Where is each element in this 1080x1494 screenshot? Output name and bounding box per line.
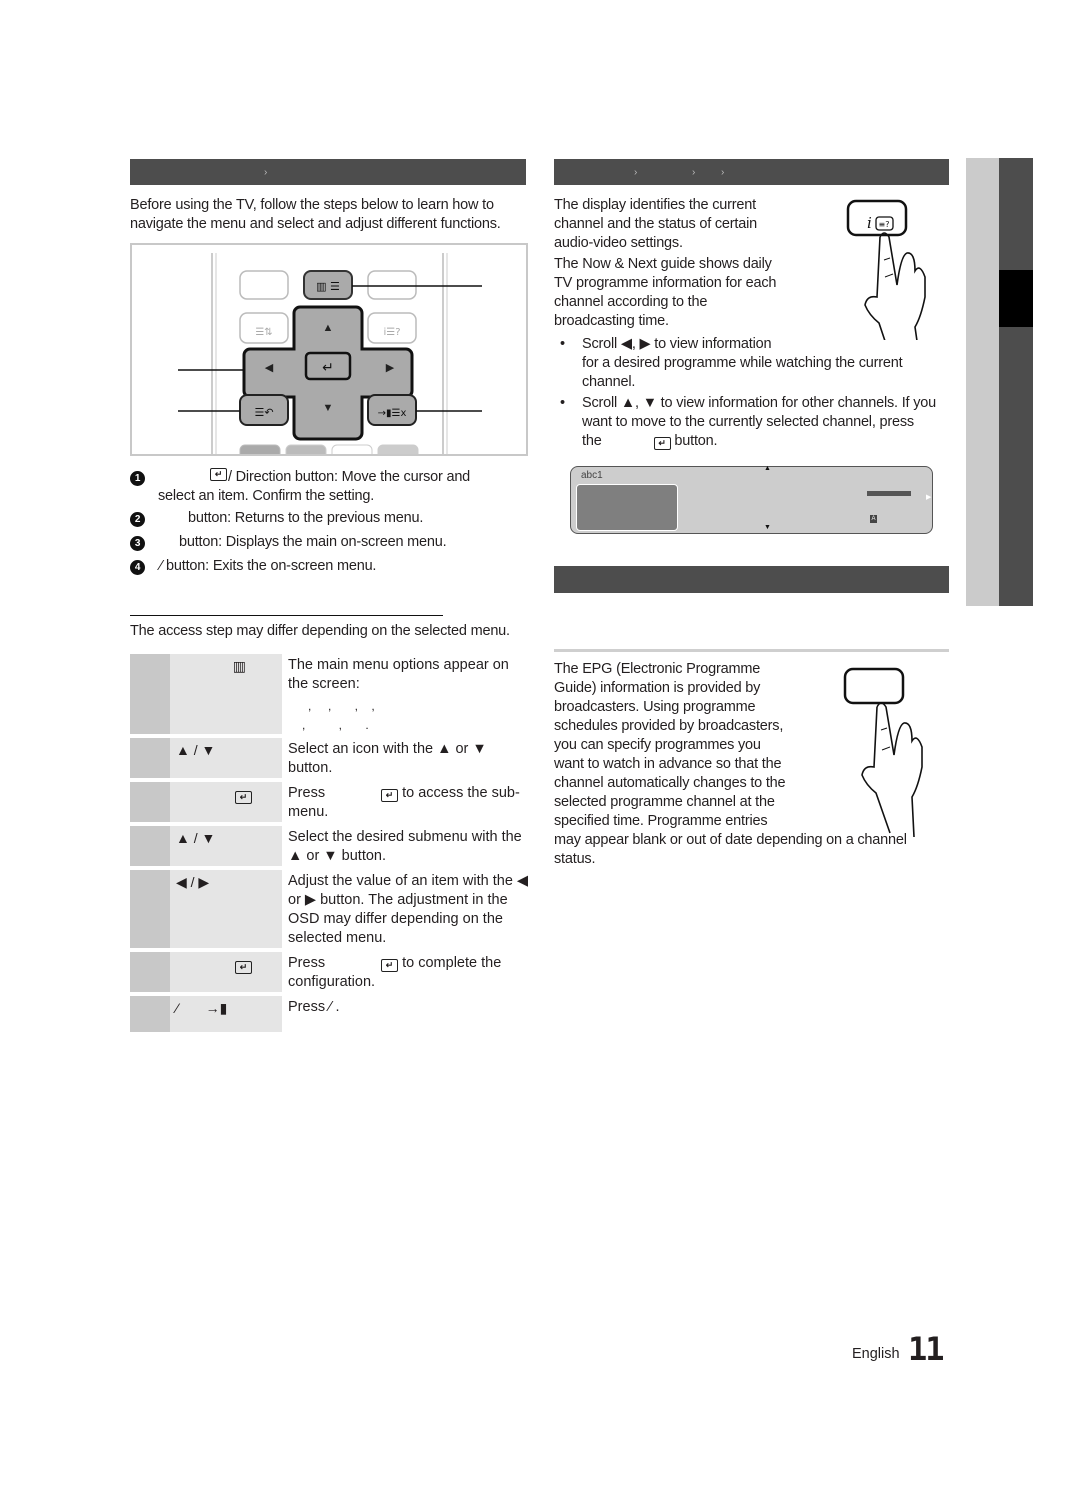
right-arrow-icon: ▶ [386,362,395,374]
section-header-bar-right: › › › [554,159,949,185]
info-paragraph-2: The Now & Next guide shows daily TV prog… [554,256,777,329]
step-key: ↵ [170,782,282,822]
svg-text:≡?: ≡? [879,220,890,229]
legend-text: button: Returns to the previous menu. [188,510,424,526]
remote-control-drawing: ▥ ☰ ☰⇅ i☰? ↵ ▲ ▼ ◀ ▶ ☰↶ →▮☰x [178,253,482,460]
osd-down-arrow-icon: ▼ [764,524,771,531]
step-key: ▲ / ▼ [170,826,282,866]
legend-text: / Direction button: Move the cursor and [228,469,471,485]
side-tab-strip-light [966,158,999,606]
menu-list-line-1: , , , , [308,699,375,713]
access-note: The access step may differ depending on … [130,623,510,639]
bullet-number-4: 4 [130,560,145,575]
enter-icon: ↵ [653,437,671,450]
step-description: Press ↵ to complete the configuration. [288,955,502,990]
info-i-icon: i [867,214,872,232]
hand-pressing-guide-button-illustration [843,667,923,838]
legend-text: ⁄ button: Exits the on-screen menu. [160,558,377,574]
osd-channel-name: abc1 [581,470,603,481]
section-header-chevron: › [634,167,638,178]
step-description: Press ↵ to access the sub-menu. [288,785,520,820]
subsection-rule [130,615,443,616]
legend-text-continued: select an item. Confirm the setting. [158,488,375,504]
osd-right-arrow-icon: ▶ [926,494,932,501]
intro-paragraph: Before using the TV, follow the steps be… [130,197,501,232]
step-key: ▲ / ▼ [170,738,282,778]
enter-icon: ↵ [210,468,227,481]
footer-language: English [852,1346,900,1362]
bullet-number-3: 3 [130,536,145,551]
down-arrow-icon: ▼ [323,402,334,414]
step-key: ⁄ →▮ [170,996,282,1032]
legend-item-2: 2 button: Returns to the previous menu. [130,509,530,533]
legend-item-3: 3 button: Displays the main on-screen me… [130,533,530,557]
step-description: Press ⁄ . [288,999,340,1015]
step-key: ▥ [170,654,282,734]
step-description: Select an icon with the ▲ or ▼ button. [288,741,487,776]
step-row: ↵ Press ↵ to access the sub-menu. [130,782,530,822]
step-row: ↵ Press ↵ to complete the configuration. [130,952,530,992]
info-button-icon: i☰? [383,327,400,338]
step-key: ◀ / ▶ [170,870,282,948]
side-tab-active-chapter[interactable] [999,270,1033,327]
step-description: Select the desired submenu with the ▲ or… [288,829,522,864]
section-header-chevron: › [721,167,725,178]
subsection-rule-epg [554,649,949,652]
blank-button-top-right [367,270,417,300]
intro-text: Before using the TV, follow the steps be… [130,196,530,234]
info-bullets: • Scroll ◀, ▶ to view information for a … [554,335,954,451]
side-tab-strip-dark [999,158,1033,606]
section-header-chevron: › [264,167,268,178]
legend-text: button: Displays the main on-screen menu… [179,534,447,550]
section-header-chevron: › [692,167,696,178]
bullet-dot: • [560,395,565,411]
menu-steps-table: ▥ The main menu options appear on the sc… [130,650,530,1036]
guide-button-outline [843,667,905,705]
left-arrow-icon: ◀ [265,362,274,374]
tools-button-icon: ☰⇅ [255,327,272,338]
osd-preview-window [576,484,678,531]
osd-progress-bar [867,491,911,496]
return-icon: ☰↶ [254,406,273,419]
step-description: The main menu options appear on the scre… [282,654,530,734]
section-header-bar-left: › [130,159,526,185]
step-row: ⁄ →▮ Press ⁄ . [130,996,530,1032]
bullet-number-1: 1 [130,471,145,486]
bullet-item: • Scroll ◀, ▶ to view information for a … [560,336,903,390]
menu-list-line-2: , , . [302,718,369,732]
step-row: ▥ The main menu options appear on the sc… [130,654,530,734]
step-row: ▲ / ▼ Select an icon with the ▲ or ▼ but… [130,738,530,778]
channel-info-osd: abc1 ▲ ▼ ▶ A [570,465,933,534]
enter-icon: ↵ [235,961,252,974]
enter-icon: ↵ [322,360,334,376]
button-legend: 1 ↵ / Direction button: Move the cursor … [130,468,530,581]
up-arrow-icon: ▲ [323,322,334,334]
bullet-dot: • [560,336,565,352]
remote-control-illustration: ▥ ☰ ☰⇅ i☰? ↵ ▲ ▼ ◀ ▶ ☰↶ →▮☰x [130,243,528,460]
step-row: ◀ / ▶ Adjust the value of an item with t… [130,870,530,948]
bullet-number-2: 2 [130,512,145,527]
osd-up-arrow-icon: ▲ [764,465,771,472]
step-description: Adjust the value of an item with the ◀ o… [288,873,529,946]
info-paragraph-1: The display identifies the current chann… [554,197,757,251]
bullet-item: • Scroll ▲, ▼ to view information for ot… [560,395,936,450]
step-key: ↵ [170,952,282,992]
hand-pressing-info-button-illustration: i ≡? [846,199,926,340]
page-number: 11 [908,1330,945,1368]
step-row: ▲ / ▼ Select the desired submenu with th… [130,826,530,866]
blank-button-top-left [239,270,289,300]
info-description: The display identifies the current chann… [554,196,779,331]
menu-button-icon: ▥ ☰ [316,280,340,293]
enter-icon: ↵ [235,791,252,804]
section-header-bar-epg [554,566,949,593]
legend-item-1: 1 ↵ / Direction button: Move the cursor … [130,468,530,487]
legend-item-4: 4 ⁄ button: Exits the on-screen menu. [130,557,530,581]
osd-audio-badge: A [870,515,877,523]
exit-icon: →▮☰x [378,408,407,419]
